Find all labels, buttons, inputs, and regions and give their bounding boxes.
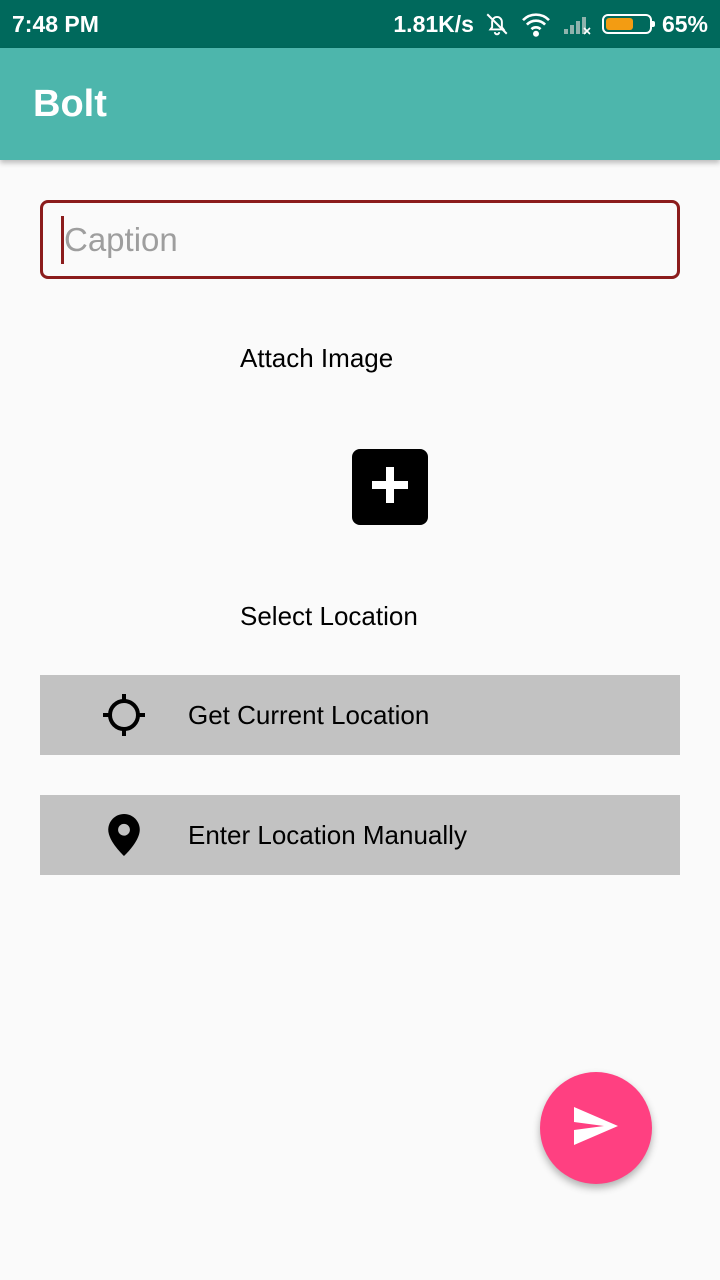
caption-input[interactable] — [64, 220, 654, 259]
add-image-button[interactable] — [352, 449, 428, 525]
app-title: Bolt — [33, 82, 107, 125]
signal-icon — [562, 12, 592, 36]
status-time: 7:48 PM — [12, 10, 99, 37]
send-button[interactable] — [540, 1072, 652, 1184]
wifi-icon — [520, 11, 552, 37]
status-icons: 1.81K/s 65% — [393, 11, 708, 38]
send-icon — [574, 1106, 618, 1150]
status-bar: 7:48 PM 1.81K/s 65% — [0, 0, 720, 48]
battery-icon — [601, 14, 655, 34]
attach-image-label: Attach Image — [240, 343, 394, 373]
add-box-icon — [368, 463, 412, 512]
enter-location-manually-button[interactable]: Enter Location Manually — [40, 795, 680, 875]
crosshair-icon — [100, 691, 148, 739]
map-pin-icon — [100, 811, 148, 859]
get-current-location-button[interactable]: Get Current Location — [40, 675, 680, 755]
select-location-label: Select Location — [240, 601, 418, 631]
mute-bell-icon — [484, 11, 510, 37]
battery-percent: 65% — [661, 10, 708, 37]
enter-location-manually-label: Enter Location Manually — [188, 819, 467, 850]
get-current-location-label: Get Current Location — [188, 699, 430, 730]
caption-field[interactable] — [40, 200, 680, 279]
network-speed: 1.81K/s — [393, 10, 474, 37]
battery-fill — [605, 18, 634, 30]
app-bar: Bolt — [0, 48, 720, 160]
